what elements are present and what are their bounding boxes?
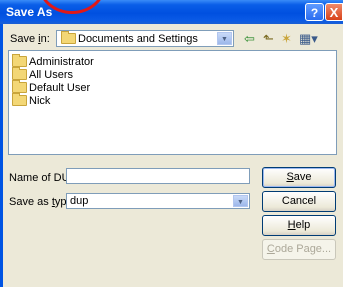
new-folder-icon[interactable]: ✶ (281, 32, 292, 46)
save-in-value: Documents and Settings (78, 33, 198, 45)
save-button[interactable]: Save (262, 167, 336, 188)
file-list[interactable]: Administrator All Users Default User Nic… (8, 50, 337, 155)
folder-icon (12, 92, 27, 106)
close-button[interactable]: X (325, 3, 343, 21)
cancel-button[interactable]: Cancel (262, 191, 336, 212)
views-menu-icon[interactable]: ▦▾ (299, 32, 318, 46)
folder-icon (12, 66, 27, 80)
list-item[interactable]: Nick (12, 92, 50, 107)
list-item[interactable]: Administrator (12, 53, 94, 68)
list-item[interactable]: Default User (12, 79, 90, 94)
save-in-label: Save in: (10, 33, 50, 45)
save-as-type-value: dup (70, 195, 89, 207)
name-input[interactable] (66, 168, 250, 184)
folder-icon (61, 30, 76, 44)
help-title-button[interactable]: ? (305, 3, 324, 21)
help-button[interactable]: Help (262, 215, 336, 236)
back-icon[interactable]: ⇦ (244, 32, 255, 46)
dialog-title: Save As (6, 5, 53, 19)
chevron-down-icon[interactable]: ▼ (217, 32, 232, 45)
up-folder-icon[interactable]: ⬑ (263, 32, 274, 46)
list-item[interactable]: All Users (12, 66, 73, 81)
save-in-dropdown[interactable]: Documents and Settings ▼ (56, 30, 234, 47)
code-page-button: Code Page... (262, 239, 336, 260)
folder-icon (12, 79, 27, 93)
folder-icon (12, 53, 27, 67)
save-as-type-dropdown[interactable]: dup ▼ (66, 193, 250, 209)
chevron-down-icon[interactable]: ▼ (233, 195, 248, 207)
